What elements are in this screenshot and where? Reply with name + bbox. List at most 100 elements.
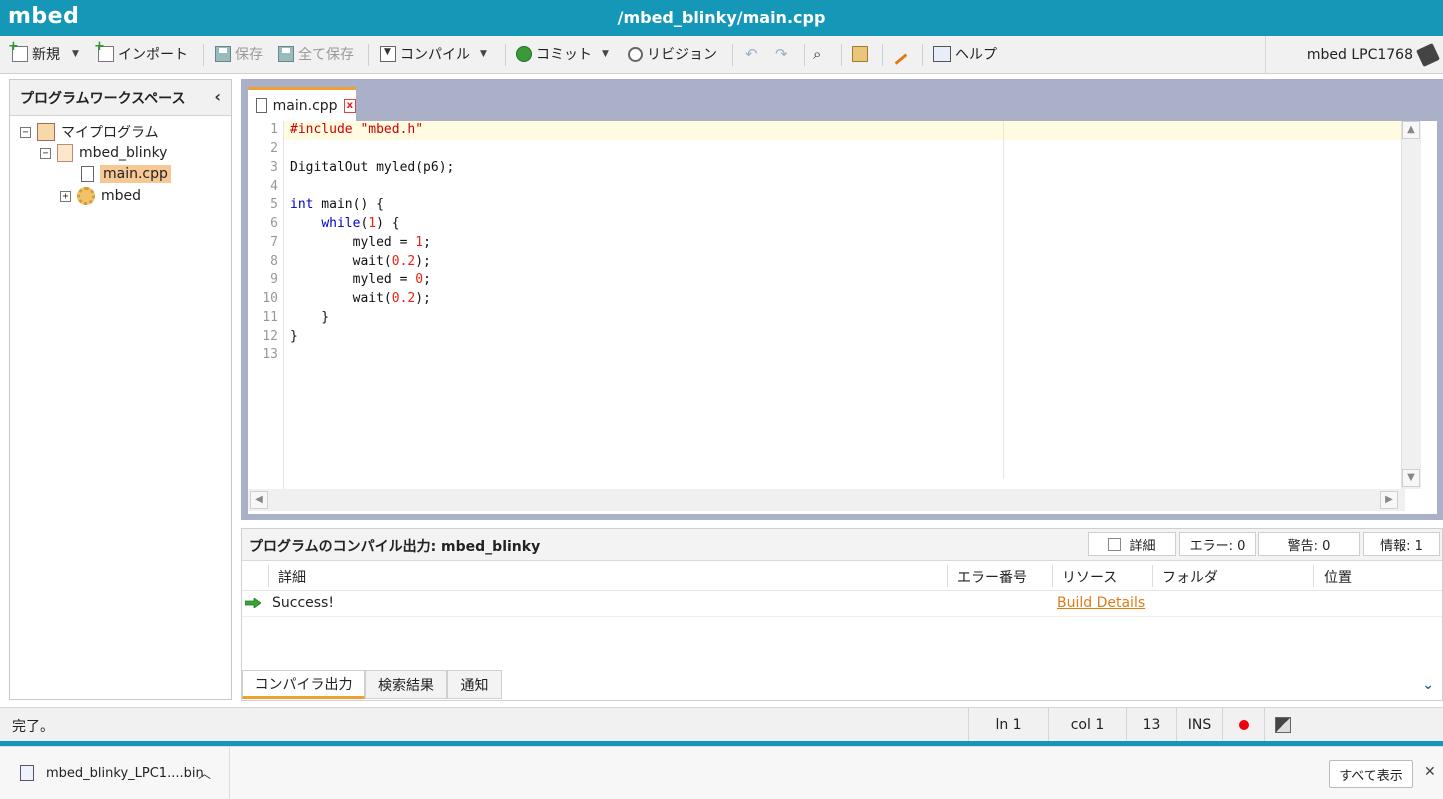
tree-label: マイプログラム	[61, 125, 159, 141]
record-icon	[1238, 719, 1249, 730]
column-divider	[1152, 565, 1153, 587]
close-icon[interactable]: x	[343, 98, 356, 113]
horizontal-scrollbar[interactable]: ◀ ▶	[248, 489, 1405, 511]
chevron-up-icon[interactable]: ︿	[198, 763, 211, 782]
status-message: 完了。	[12, 719, 54, 735]
line-number: 1	[270, 122, 278, 137]
toolbar-divider	[203, 44, 204, 66]
toolbar-divider	[922, 44, 923, 66]
toolbar-divider	[804, 44, 805, 66]
collapse-toggle-icon[interactable]: −	[20, 126, 31, 138]
column-error-no[interactable]: エラー番号	[957, 567, 1027, 587]
chevron-left-icon[interactable]: ‹	[214, 87, 221, 106]
scroll-right-icon[interactable]: ▶	[1380, 491, 1398, 509]
import-button[interactable]: インポート	[94, 39, 188, 65]
detail-toggle[interactable]: 詳細	[1088, 532, 1176, 556]
download-item[interactable]: mbed_blinky_LPC1....bin ︿	[0, 747, 230, 799]
warnings-filter[interactable]: 警告: 0	[1258, 532, 1360, 556]
print-button[interactable]	[852, 43, 868, 65]
toolbar-divider	[841, 44, 842, 66]
program-icon	[57, 144, 73, 162]
format-button[interactable]	[892, 43, 908, 65]
file-icon	[20, 765, 34, 781]
record-button[interactable]	[1222, 708, 1264, 741]
wand-icon	[892, 51, 908, 65]
help-label: ヘルプ	[955, 47, 997, 63]
save-label: 保存	[235, 47, 263, 63]
save-all-button[interactable]: 全て保存	[278, 43, 354, 65]
tree-item-program[interactable]: − mbed_blinky	[40, 143, 167, 163]
chevron-down-icon[interactable]: ⌄	[1422, 677, 1434, 693]
tab-search-results[interactable]: 検索結果	[365, 670, 447, 699]
row-detail: Success!	[272, 595, 334, 611]
scroll-left-icon[interactable]: ◀	[250, 491, 268, 509]
line-number: 2	[270, 141, 278, 156]
chevron-down-icon[interactable]: ▼	[602, 49, 609, 59]
status-mode: INS	[1176, 708, 1222, 741]
editor-area: main.cpp x 1 2 3 4 5 6 7 8 9 10 11 12 13…	[241, 79, 1443, 520]
status-bar: 完了。 ln 1 col 1 13 INS	[0, 707, 1443, 741]
code-line: DigitalOut myled(p6);	[290, 160, 455, 175]
line-number: 11	[262, 310, 278, 325]
save-button[interactable]: 保存	[215, 43, 263, 65]
tree-item-file[interactable]: main.cpp	[81, 164, 171, 184]
vertical-scrollbar[interactable]: ▲ ▼	[1401, 121, 1421, 489]
show-all-button[interactable]: すべて表示	[1329, 760, 1413, 788]
table-row[interactable]: Success! Build Details	[242, 591, 1442, 617]
errors-filter[interactable]: エラー: 0	[1179, 532, 1256, 556]
help-button[interactable]: ヘルプ	[933, 43, 997, 65]
book-icon	[933, 46, 951, 62]
tab-notifications[interactable]: 通知	[447, 670, 502, 699]
tree-item-my-programs[interactable]: − マイプログラム	[20, 122, 159, 142]
device-selector[interactable]: mbed LPC1768	[1265, 36, 1443, 73]
find-button[interactable]: ⌕	[813, 43, 829, 65]
close-icon[interactable]: ✕	[1424, 764, 1436, 780]
code-line: wait(0.2);	[290, 291, 431, 306]
gear-icon	[77, 187, 95, 205]
detail-checkbox[interactable]	[1108, 537, 1122, 551]
printer-icon	[852, 46, 868, 62]
scroll-up-icon[interactable]: ▲	[1402, 121, 1420, 139]
new-button[interactable]: 新規 ▼	[8, 39, 79, 65]
output-header: プログラムのコンパイル出力: mbed_blinky 詳細 エラー: 0 警告:…	[242, 529, 1442, 561]
redo-button[interactable]: ↷	[775, 43, 791, 65]
title-bar: mbed /mbed_blinky/main.cpp	[0, 0, 1443, 36]
compile-button[interactable]: コンパイル ▼	[380, 43, 487, 65]
column-folder[interactable]: フォルダ	[1162, 567, 1218, 587]
code-editor[interactable]: 1 2 3 4 5 6 7 8 9 10 11 12 13 #include "…	[248, 121, 1437, 514]
chevron-down-icon[interactable]: ▼	[480, 49, 487, 59]
import-label: インポート	[118, 47, 188, 63]
column-detail[interactable]: 詳細	[278, 567, 306, 587]
line-number: 10	[262, 291, 278, 306]
toolbar-divider	[368, 44, 369, 66]
code-line: }	[290, 310, 330, 325]
tree-label: mbed_blinky	[79, 145, 168, 161]
tab-compiler-output[interactable]: コンパイラ出力	[242, 670, 365, 699]
status-col: col 1	[1048, 708, 1126, 741]
line-number: 13	[262, 347, 278, 362]
line-number: 5	[270, 197, 278, 212]
column-location[interactable]: 位置	[1324, 567, 1352, 587]
board-icon	[1416, 43, 1440, 67]
save-all-icon	[278, 46, 294, 62]
undo-button[interactable]: ↶	[745, 43, 761, 65]
tree-label: main.cpp	[100, 165, 171, 183]
chevron-down-icon[interactable]: ▼	[72, 49, 79, 59]
print-margin	[1003, 121, 1004, 479]
revision-button[interactable]: リビジョン	[628, 43, 717, 65]
window-button[interactable]	[1264, 708, 1300, 741]
build-details-link[interactable]: Build Details	[1057, 595, 1145, 611]
clock-icon	[628, 46, 643, 62]
column-resource[interactable]: リソース	[1062, 567, 1117, 587]
tab-main-cpp[interactable]: main.cpp x	[248, 87, 356, 121]
commit-button[interactable]: コミット ▼	[516, 43, 609, 65]
tree-item-library[interactable]: + mbed	[60, 186, 141, 206]
tree-label: mbed	[101, 188, 142, 204]
code-line: myled = 0;	[290, 272, 431, 287]
scroll-down-icon[interactable]: ▼	[1402, 469, 1420, 487]
collapse-toggle-icon[interactable]: −	[40, 147, 51, 159]
output-title: プログラムのコンパイル出力: mbed_blinky	[249, 539, 541, 555]
expand-toggle-icon[interactable]: +	[60, 190, 71, 202]
status-line: ln 1	[968, 708, 1048, 741]
info-filter[interactable]: 情報: 1	[1363, 532, 1440, 556]
